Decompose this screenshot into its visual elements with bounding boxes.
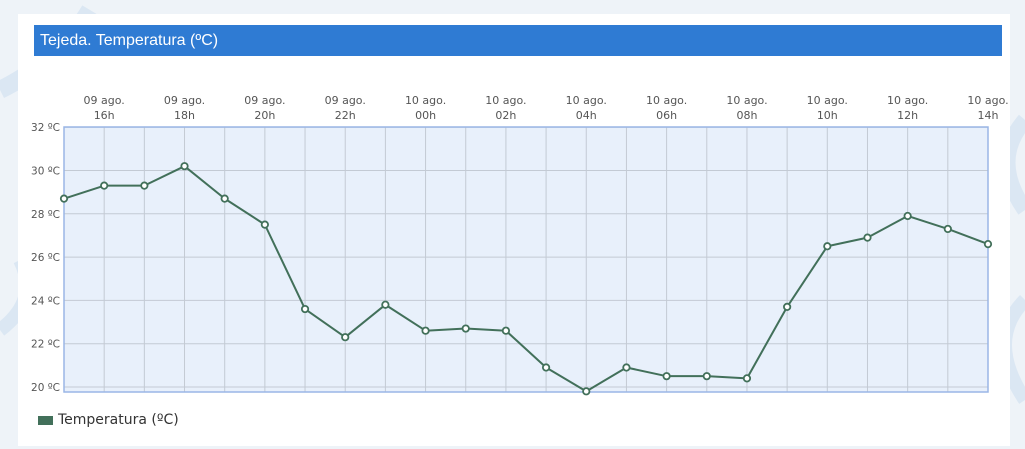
x-tick-label-hour: 20h (254, 109, 275, 122)
data-point (662, 372, 671, 381)
x-tick-label-hour: 12h (897, 109, 918, 122)
y-tick-label: 32 ºC (31, 122, 60, 134)
data-point (59, 194, 69, 203)
data-point (220, 194, 229, 203)
data-point (903, 211, 912, 221)
legend[interactable]: Temperatura (ºC) (38, 410, 179, 430)
x-tick-label-date: 10 ago. (807, 94, 848, 107)
x-tick-label-hour: 04h (576, 109, 597, 122)
x-tick-label-date: 09 ago. (325, 94, 366, 107)
data-point (421, 326, 430, 335)
y-tick-label: 28 ºC (31, 209, 60, 221)
x-tick-label-date: 10 ago. (887, 94, 928, 107)
data-point (501, 326, 511, 335)
data-point (742, 374, 752, 383)
data-point (943, 224, 952, 234)
x-tick-label-hour: 18h (174, 109, 195, 122)
data-point (863, 233, 872, 242)
y-tick-label: 22 ºC (31, 339, 60, 351)
data-point (983, 240, 993, 249)
data-point (341, 333, 350, 342)
x-tick-label-date: 10 ago. (967, 94, 1008, 107)
x-tick-label-hour: 16h (94, 109, 115, 122)
data-point (783, 302, 792, 311)
x-tick-label-hour: 10h (817, 109, 838, 122)
data-point (823, 242, 832, 251)
y-tick-label: 26 ºC (31, 252, 60, 264)
x-tick-label-hour: 14h (978, 109, 999, 122)
x-tick-label-date: 10 ago. (405, 94, 446, 107)
data-point (140, 181, 149, 190)
legend-label: Temperatura (ºC) (58, 412, 179, 428)
y-tick-label: 24 ºC (31, 295, 60, 307)
x-tick-label-hour: 22h (335, 109, 356, 122)
x-tick-label-date: 09 ago. (84, 94, 125, 107)
temperature-chart: 20 ºC 22 ºC 24 ºC 26 ºC 28 ºC 30 ºC 32 ºC 09 ag… (31, 94, 1009, 396)
x-tick-label-hour: 00h (415, 109, 436, 122)
x-tick-label-hour: 06h (656, 109, 677, 122)
data-point (260, 220, 269, 229)
y-tick-label: 20 ºC (31, 382, 60, 394)
data-point (582, 387, 591, 396)
plot-area (64, 127, 988, 392)
data-point (381, 300, 390, 309)
x-tick-label-hour: 02h (495, 109, 516, 122)
data-point (100, 181, 109, 190)
x-tick-label-hour: 08h (736, 109, 757, 122)
y-tick-label: 30 ºC (31, 166, 60, 178)
x-tick-label-date: 10 ago. (566, 94, 607, 107)
x-tick-label-date: 10 ago. (646, 94, 687, 107)
data-point (461, 324, 470, 333)
legend-swatch (38, 415, 53, 425)
data-point (300, 304, 310, 314)
data-point (541, 363, 551, 372)
data-point (702, 372, 711, 381)
x-tick-label-date: 09 ago. (244, 94, 285, 107)
data-point (622, 363, 631, 372)
data-point (180, 162, 189, 171)
x-tick-label-date: 10 ago. (485, 94, 526, 107)
x-tick-label-date: 09 ago. (164, 94, 205, 107)
x-tick-label-date: 10 ago. (726, 94, 767, 107)
